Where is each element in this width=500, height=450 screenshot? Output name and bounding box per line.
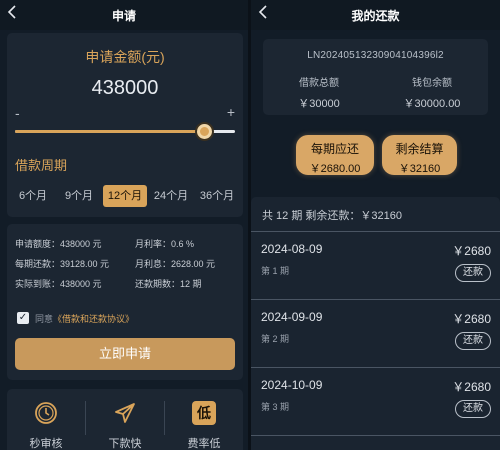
info-cell: 月利率：0.6 % xyxy=(135,239,195,249)
per-period-label: 每期应还 xyxy=(310,142,359,156)
info-row: 申请额度：438000 元 月利率：0.6 % xyxy=(15,237,237,257)
info-row: 实际到账：438000 元 还款期数：12 期 xyxy=(15,277,237,297)
send-icon xyxy=(115,403,135,423)
settle-value: ￥32160 xyxy=(398,163,441,175)
period-option[interactable]: 12个月 xyxy=(103,185,147,207)
agreement-row: ✓ 同意 《借款和还款协议》 xyxy=(17,311,134,325)
loan-total: 借款总额 ￥30000 xyxy=(263,74,375,111)
feature-fast-payout: 下款快 xyxy=(86,389,164,450)
info-row: 每期还款：39128.00 元 月利息：2628.00 元 xyxy=(15,257,237,277)
schedule-term: 第 2 期 xyxy=(261,334,290,344)
loan-info-card: 申请额度：438000 元 月利率：0.6 % 每期还款：39128.00 元 月利息… xyxy=(7,224,243,380)
agreement-checkbox[interactable]: ✓ xyxy=(17,312,29,324)
schedule-term: 第 3 期 xyxy=(261,402,290,412)
loan-summary-card: LN20240513230904104396l2 借款总额 ￥30000 钱包余… xyxy=(263,39,488,115)
schedule-term: 第 1 期 xyxy=(261,266,290,276)
schedule-date: 2024-10-09 xyxy=(261,378,323,392)
info-cell: 还款期数：12 期 xyxy=(135,279,202,289)
repayment-schedule: 共 12 期 剩余还款：￥32160 2024-08-09 ￥2680 第 1 期还… xyxy=(251,197,500,450)
schedule-amount: ￥2680 xyxy=(452,380,491,394)
repay-button[interactable]: 还款 xyxy=(455,400,491,418)
repay-button[interactable]: 还款 xyxy=(455,264,491,282)
info-cell: 月利息：2628.00 元 xyxy=(135,259,216,269)
amount-card: 申请金额(元) 438000 - + 借款周期 6个月 9个月 12个月 24个月 36… xyxy=(7,33,243,217)
top-nav-bar: 我的还款 xyxy=(251,0,500,30)
feature-fast-review: 秒审核 xyxy=(7,389,85,450)
agreement-link[interactable]: 《借款和还款协议》 xyxy=(53,312,134,325)
wallet-balance-label: 钱包余额 xyxy=(412,78,452,89)
schedule-item: 2024-10-09 ￥2680 第 3 期 还款 xyxy=(251,367,500,435)
low-rate-icon: 低 xyxy=(192,401,216,425)
period-option[interactable]: 6个月 xyxy=(11,185,55,207)
feature-low-rate: 低 费率低 xyxy=(165,389,243,450)
my-repayment-screen: 我的还款 LN20240513230904104396l2 借款总额 ￥3000… xyxy=(251,0,500,450)
wallet-balance: 钱包余额 ￥30000.00 xyxy=(376,74,488,111)
amount-value: 438000 xyxy=(91,77,159,99)
apply-button[interactable]: 立即申请 xyxy=(15,338,235,370)
feature-label: 下款快 xyxy=(108,438,142,450)
settle-label: 剩余结算 xyxy=(395,142,444,156)
loan-application-screen: 申请 申请金额(元) 438000 - + 借款周期 6个月 9个月 12个月 24个… xyxy=(0,0,248,450)
top-nav-bar: 申请 xyxy=(0,0,248,30)
period-option[interactable]: 24个月 xyxy=(149,185,193,207)
info-cell: 申请额度：438000 元 xyxy=(15,239,102,249)
schedule-item xyxy=(251,435,500,450)
schedule-amount: ￥2680 xyxy=(452,312,491,326)
period-option[interactable]: 36个月 xyxy=(195,185,239,207)
schedule-date: 2024-08-09 xyxy=(261,242,323,256)
schedule-item: 2024-09-09 ￥2680 第 2 期 还款 xyxy=(251,299,500,367)
page-title: 我的还款 xyxy=(351,9,400,23)
loan-total-label: 借款总额 xyxy=(299,78,339,89)
info-cell: 实际到账：438000 元 xyxy=(15,279,102,289)
clock-icon xyxy=(35,402,57,424)
feature-label: 秒审核 xyxy=(29,438,63,450)
feature-label: 费率低 xyxy=(187,438,221,450)
page-title: 申请 xyxy=(111,9,136,23)
schedule-item: 2024-08-09 ￥2680 第 1 期 还款 xyxy=(251,231,500,299)
amount-label: 申请金额(元) xyxy=(85,49,165,65)
amount-slider-thumb[interactable] xyxy=(197,124,213,139)
increase-button[interactable]: + xyxy=(227,104,235,120)
period-options: 6个月 9个月 12个月 24个月 36个月 xyxy=(11,185,239,207)
decrease-button[interactable]: - xyxy=(15,105,20,121)
info-cell: 每期还款：39128.00 元 xyxy=(15,259,110,269)
agreement-prefix: 同意 xyxy=(35,313,54,324)
loan-total-value: ￥30000 xyxy=(298,98,340,110)
schedule-date: 2024-09-09 xyxy=(261,310,323,324)
settle-button[interactable]: 剩余结算 ￥32160 xyxy=(382,135,457,175)
features-card: 秒审核 下款快 低 费率低 xyxy=(7,389,243,450)
amount-slider-fill xyxy=(15,130,205,133)
loan-number: LN20240513230904104396l2 xyxy=(307,50,444,61)
schedule-header: 共 12 期 剩余还款：￥32160 xyxy=(262,210,402,222)
schedule-list: 2024-08-09 ￥2680 第 1 期还款 2024-09-09 ￥2680 第 2… xyxy=(251,231,500,450)
period-option[interactable]: 9个月 xyxy=(57,185,101,207)
schedule-amount: ￥2680 xyxy=(452,244,491,258)
period-label: 借款周期 xyxy=(15,158,68,173)
per-period-button[interactable]: 每期应还 ￥2680.00 xyxy=(296,135,374,175)
loan-info-grid: 申请额度：438000 元 月利率：0.6 % 每期还款：39128.00 元 月利息… xyxy=(15,237,237,297)
wallet-balance-value: ￥30000.00 xyxy=(403,98,461,110)
repay-button[interactable]: 还款 xyxy=(455,332,491,350)
per-period-value: ￥2680.00 xyxy=(309,163,361,175)
